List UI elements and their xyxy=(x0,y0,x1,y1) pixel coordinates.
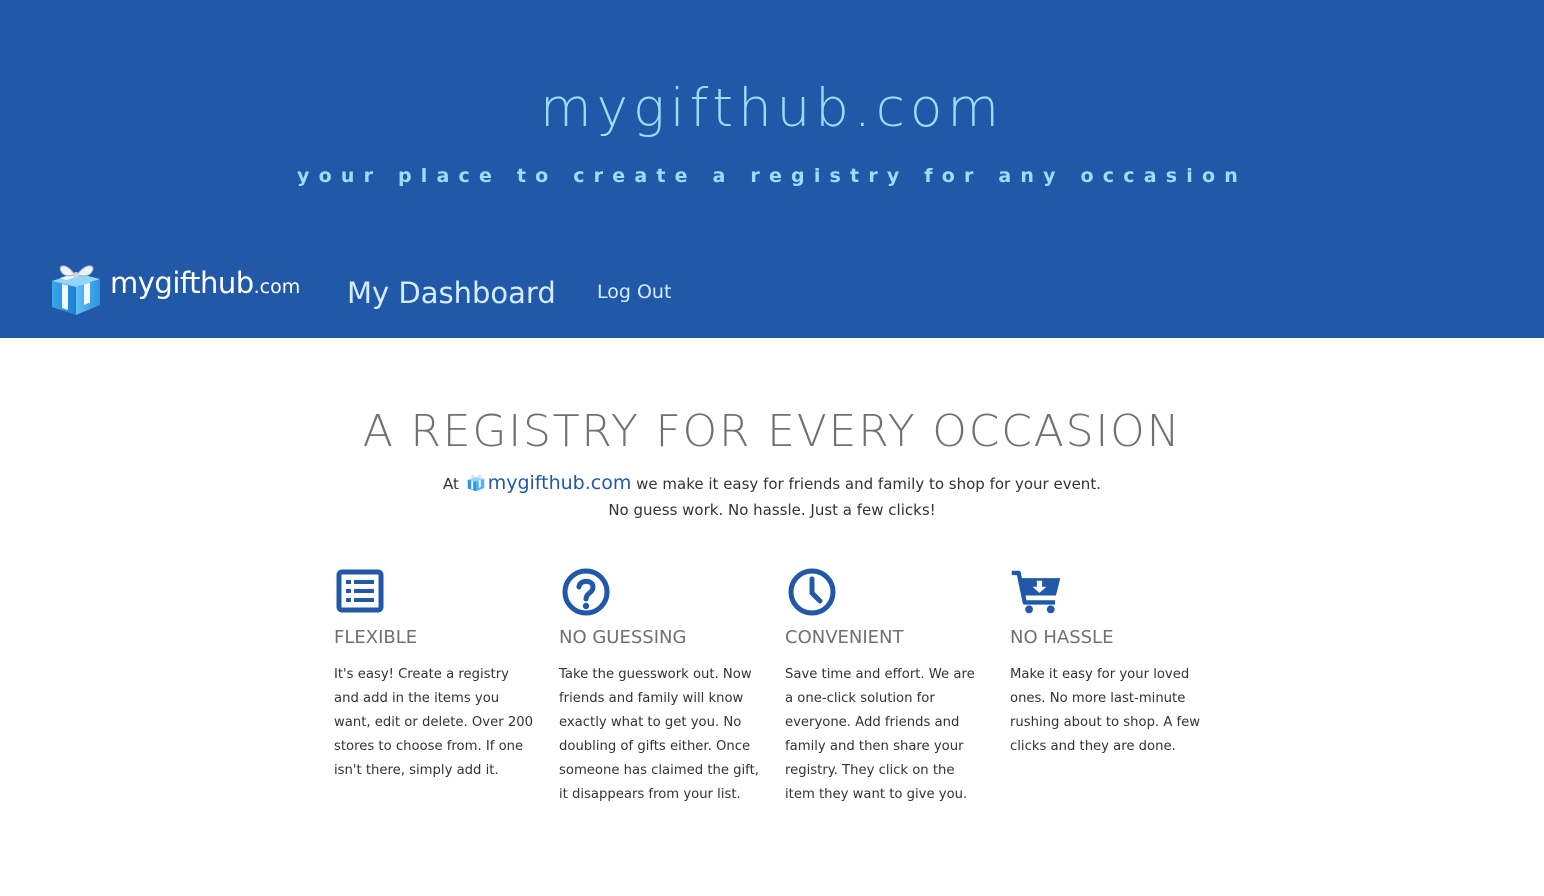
feature-convenient: CONVENIENT Save time and effort. We are … xyxy=(785,566,985,807)
hero-heading: A REGISTRY FOR EVERY OCCASION xyxy=(362,406,1182,457)
gift-box-icon xyxy=(52,265,100,315)
brand-tld: .com xyxy=(253,276,301,298)
nav-brand-text: mygifthub.com xyxy=(110,266,300,304)
feature-flexible: FLEXIBLE It's easy! Create a registry an… xyxy=(334,566,534,783)
list-icon xyxy=(336,569,384,613)
gift-box-icon xyxy=(467,474,484,492)
feature-text: It's easy! Create a registry and add in … xyxy=(334,667,533,778)
intro-suffix: we make it easy for friends and family t… xyxy=(636,475,1101,493)
feature-text: Take the guesswork out. Now friends and … xyxy=(559,667,759,802)
intro-line-1: At mygifthub.com we make it easy for fri… xyxy=(0,470,1544,497)
intro-prefix: At xyxy=(443,475,459,493)
nav-logo-link[interactable]: mygifthub.com xyxy=(48,258,300,318)
intro-line-2: No guess work. No hassle. Just a few cli… xyxy=(608,501,936,519)
site-tagline: your place to create a registry for any … xyxy=(297,165,1247,187)
cart-download-icon xyxy=(1011,570,1061,614)
site-header: mygifthub.com your place to create a reg… xyxy=(0,0,1544,338)
feature-title: FLEXIBLE xyxy=(334,627,418,648)
feature-title: CONVENIENT xyxy=(785,627,904,648)
feature-title: NO HASSLE xyxy=(1010,627,1114,648)
nav-log-out-link[interactable]: Log Out xyxy=(597,279,671,305)
feature-text: Save time and effort. We are a one-click… xyxy=(785,667,975,802)
intro-brand-link[interactable]: mygifthub.com xyxy=(488,472,632,494)
nav-my-dashboard-link[interactable]: My Dashboard xyxy=(347,274,556,312)
clock-icon xyxy=(788,568,836,616)
feature-no-hassle: NO HASSLE Make it easy for your loved on… xyxy=(1010,566,1210,759)
features-section: FLEXIBLE It's easy! Create a registry an… xyxy=(334,566,1214,826)
feature-text: Make it easy for your loved ones. No mor… xyxy=(1010,667,1201,754)
feature-no-guessing: NO GUESSING Take the guesswork out. Now … xyxy=(559,566,759,807)
feature-title: NO GUESSING xyxy=(559,627,687,648)
hero-intro: At mygifthub.com we make it easy for fri… xyxy=(0,470,1544,523)
site-title: mygifthub.com xyxy=(540,78,1004,139)
brand-name: mygifthub xyxy=(110,266,254,300)
question-circle-icon xyxy=(562,568,610,616)
